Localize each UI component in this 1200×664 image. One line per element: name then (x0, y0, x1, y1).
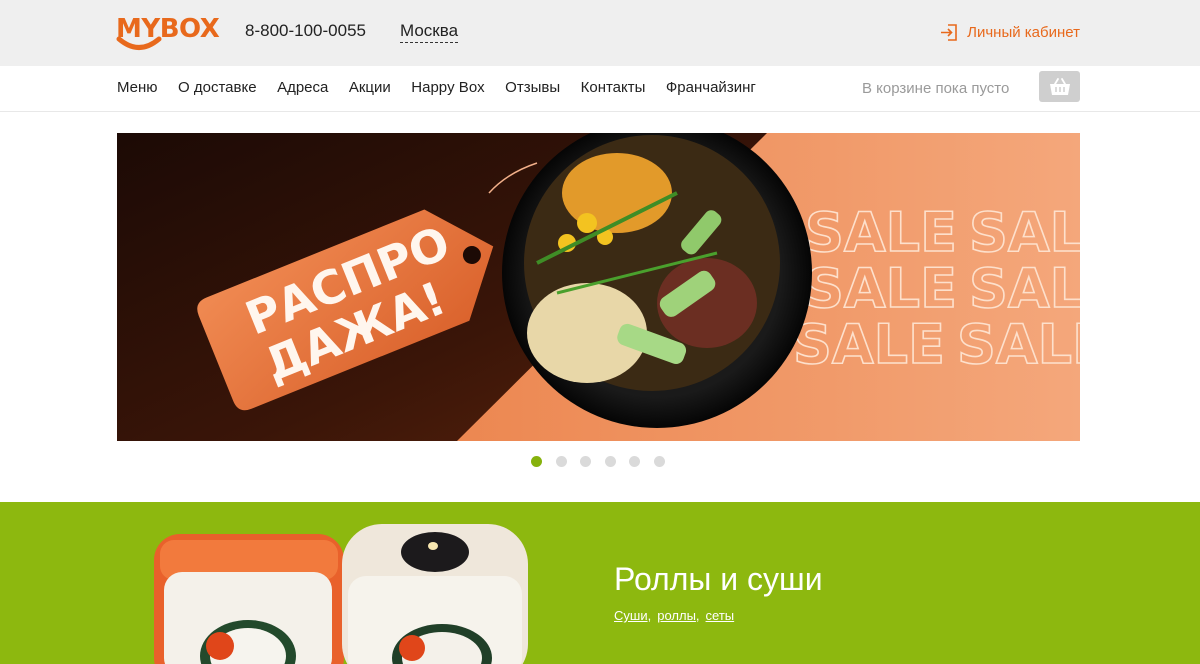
sale-text-pattern: SALE SALE SALE SALE SALE SALE (792, 200, 1080, 377)
city-selector[interactable]: Москва (400, 21, 459, 43)
slider-dot[interactable] (604, 456, 616, 467)
top-bar: MYBOX 8-800-100-0055 Москва Личный кабин… (0, 0, 1200, 66)
category-link-sets[interactable]: сеты (706, 608, 735, 623)
login-icon (941, 23, 957, 41)
account-label: Личный кабинет (967, 23, 1080, 41)
nav-item-promotions[interactable]: Акции (349, 78, 391, 98)
sale-text: SALE (805, 257, 957, 320)
account-link[interactable]: Личный кабинет (940, 21, 1080, 43)
basket-icon (1049, 77, 1070, 95)
slider-dot[interactable] (653, 456, 665, 467)
sale-text: SALE (805, 201, 957, 264)
sale-text: SALE (957, 313, 1080, 376)
category-link-sushi[interactable]: Суши (614, 608, 648, 623)
category-link-rolls[interactable]: роллы (657, 608, 696, 623)
phone-number[interactable]: 8-800-100-0055 (245, 21, 366, 41)
cart-button[interactable] (1039, 71, 1080, 102)
nav-item-happy-box[interactable]: Happy Box (411, 78, 484, 98)
nav-item-delivery[interactable]: О доставке (178, 78, 257, 98)
nav-item-franchising[interactable]: Франчайзинг (666, 78, 756, 98)
promo-banner[interactable]: SALE SALE SALE SALE SALE SALE (117, 133, 1080, 441)
nav-item-contacts[interactable]: Контакты (581, 78, 646, 98)
sale-text: SALE (793, 313, 945, 376)
banner-art: SALE SALE SALE SALE SALE SALE (117, 133, 1080, 441)
logo-smile-icon (116, 36, 162, 50)
nav-item-addresses[interactable]: Адреса (277, 78, 328, 98)
nav-item-menu[interactable]: Меню (117, 78, 158, 98)
link-separator: , (695, 608, 700, 623)
main-nav: Меню О доставке Адреса Акции Happy Box О… (117, 78, 776, 98)
sushi-image[interactable] (150, 516, 540, 664)
slider-dot[interactable] (555, 456, 567, 467)
slider-dot[interactable] (629, 456, 640, 467)
link-separator: , (647, 608, 652, 623)
category-title[interactable]: Роллы и суши (614, 560, 823, 598)
nav-bar: Меню О доставке Адреса Акции Happy Box О… (0, 66, 1200, 112)
category-links: Суши, роллы, сеты (614, 608, 734, 623)
cart-status[interactable]: В корзине пока пусто (862, 79, 1009, 99)
slider-dots (531, 456, 678, 467)
sale-text: SALE (969, 201, 1080, 264)
nav-item-reviews[interactable]: Отзывы (505, 78, 560, 98)
category-rolls-sushi: Роллы и суши Суши, роллы, сеты (0, 502, 1200, 664)
logo[interactable]: MYBOX (116, 14, 224, 56)
slider-dot[interactable] (531, 456, 542, 467)
slider-dot[interactable] (580, 456, 591, 467)
sale-text: SALE (969, 257, 1080, 320)
